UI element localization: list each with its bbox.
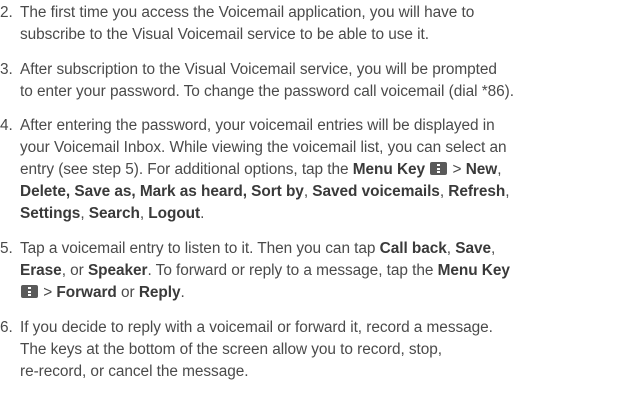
option-mark-as-heard: Mark as heard (139, 183, 243, 200)
step-text: The keys at the bottom of the screen all… (20, 341, 443, 358)
option-refresh: Refresh (448, 183, 506, 200)
step-text: entry (see step 5). For additional optio… (20, 161, 353, 178)
option-sort-by: Sort by (251, 183, 304, 200)
option-new: New (465, 161, 498, 178)
option-logout: Logout (148, 205, 201, 222)
option-erase: Erase (20, 262, 62, 279)
step-number: 5. (0, 240, 13, 257)
step-2: 2. The first time you access the Voicemai… (0, 2, 638, 46)
option-speaker: Speaker (87, 262, 148, 279)
step-text: your Voicemail Inbox. While viewing the … (20, 139, 507, 156)
step-number: 2. (0, 4, 13, 21)
option-save-as: Save as (74, 183, 132, 200)
step-6: 6. If you decide to reply with a voicemai… (0, 317, 638, 383)
step-5: 5. Tap a voicemail entry to listen to it.… (0, 240, 510, 301)
step-number: 3. (0, 61, 13, 78)
step-text: to enter your password. To change the pa… (20, 83, 514, 100)
step-text: If you decide to reply with a voicemail … (20, 319, 493, 336)
option-call-back: Call back (379, 240, 447, 257)
option-settings: Settings (20, 205, 81, 222)
menu-key-icon (430, 162, 448, 175)
step-text: Tap a voicemail entry to listen to it. T… (20, 240, 380, 257)
step-3: 3. After subscription to the Visual Voice… (0, 59, 638, 103)
menu-key-label: Menu Key (437, 262, 510, 279)
option-search: Search (88, 205, 140, 222)
option-saved-voicemails: Saved voicemails (312, 183, 440, 200)
step-text: re-record, or cancel the message. (20, 363, 249, 380)
document-page: 2. The first time you access the Voicemai… (0, 0, 638, 402)
menu-key-icon (21, 285, 38, 298)
step-number: 4. (0, 117, 13, 134)
menu-key-label: Menu Key (352, 161, 426, 178)
step-text: After entering the password, your voicem… (20, 117, 495, 134)
option-forward: Forward (56, 284, 117, 301)
step-number: 6. (0, 319, 13, 336)
step-text: After subscription to the Visual Voicema… (20, 61, 497, 78)
step-text: subscribe to the Visual Voicemail servic… (20, 26, 429, 43)
step-text: The first time you access the Voicemail … (20, 4, 475, 21)
option-save: Save (455, 240, 491, 257)
option-delete: Delete (20, 183, 66, 200)
option-reply: Reply (138, 284, 181, 301)
step-4: 4. After entering the password, your voic… (0, 115, 638, 225)
